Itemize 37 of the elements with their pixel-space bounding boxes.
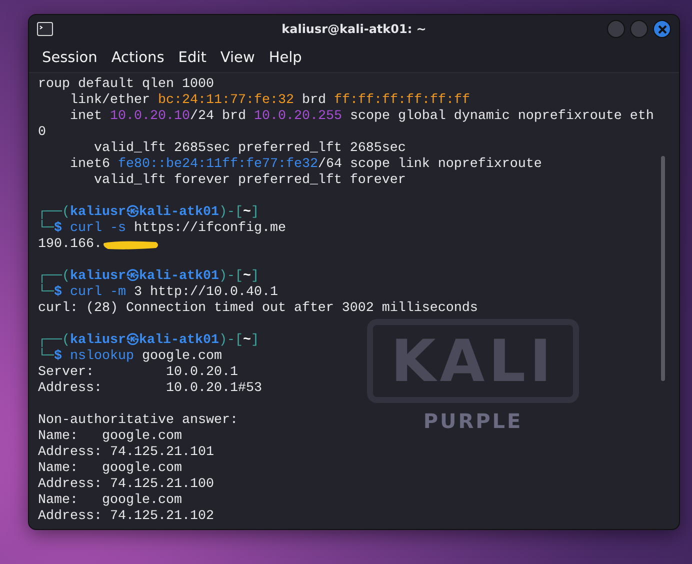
- terminal-line: └─$ curl -s https://ifconfig.me: [38, 221, 286, 237]
- terminal-line: inet 10.0.20.10/24 brd 10.0.20.255 scope global dynamic noprefixroute eth: [68, 109, 654, 125]
- terminal-line: inet6 fe80::be24:11ff:fe77:fe32/64 scope link noprefixroute: [68, 157, 542, 173]
- terminal-line: ┌──(kaliusr㉿kali-atk01)-[~]: [38, 269, 259, 284]
- maximize-button[interactable]: [630, 20, 648, 38]
- terminal-line: valid_lft forever preferred_lft forever: [92, 173, 406, 189]
- terminal-line: Address: 74.125.21.101: [38, 445, 214, 461]
- terminal-line: Name: google.com: [38, 461, 182, 477]
- menu-item[interactable]: View: [213, 46, 262, 68]
- menu-item[interactable]: Help: [262, 46, 309, 68]
- terminal-line: Name: google.com: [38, 429, 182, 445]
- terminal-line: Name: google.com: [38, 493, 182, 509]
- terminal-line: Address: 74.125.21.102: [38, 509, 214, 525]
- terminal-line: 190.166.: [38, 237, 102, 253]
- close-button[interactable]: [653, 20, 671, 38]
- close-icon: [658, 24, 666, 34]
- scrollbar[interactable]: [661, 156, 665, 381]
- menu-item[interactable]: Actions: [104, 46, 172, 68]
- terminal-line: valid_lft 2685sec preferred_lft 2685sec: [92, 141, 406, 157]
- terminal-line: ┌──(kaliusr㉿kali-atk01)-[~]: [38, 205, 259, 220]
- terminal-line: Server: 10.0.20.1: [38, 365, 238, 381]
- terminal-line: ┌──(kaliusr㉿kali-atk01)-[~]: [38, 333, 259, 348]
- window-title: kaliusr@kali-atk01: ~: [280, 22, 428, 36]
- terminal-line: roup default qlen 1000: [38, 77, 214, 93]
- terminal-line: Address: 10.0.20.1#53: [38, 381, 262, 397]
- menu-item[interactable]: Edit: [171, 46, 214, 68]
- menu-item[interactable]: Session: [35, 46, 104, 68]
- terminal-icon: [37, 22, 53, 36]
- logo-subtitle: PURPLE: [423, 409, 523, 433]
- terminal-line: Address: 74.125.21.100: [38, 477, 214, 493]
- terminal-line: └─$ curl -m 3 http://10.0.40.1: [38, 285, 278, 301]
- terminal-line: Non-authoritative answer:: [38, 413, 238, 429]
- terminal-line: link/ether bc:24:11:77:fe:32 brd ff:ff:ff:ff:ff:ff: [68, 93, 470, 109]
- minimize-button[interactable]: [607, 20, 625, 38]
- terminal-line: curl: (28) Connection timed out after 3002 milliseconds: [38, 301, 478, 317]
- terminal-line: 0: [38, 125, 46, 141]
- terminal-line: └─$ nslookup google.com: [38, 349, 222, 365]
